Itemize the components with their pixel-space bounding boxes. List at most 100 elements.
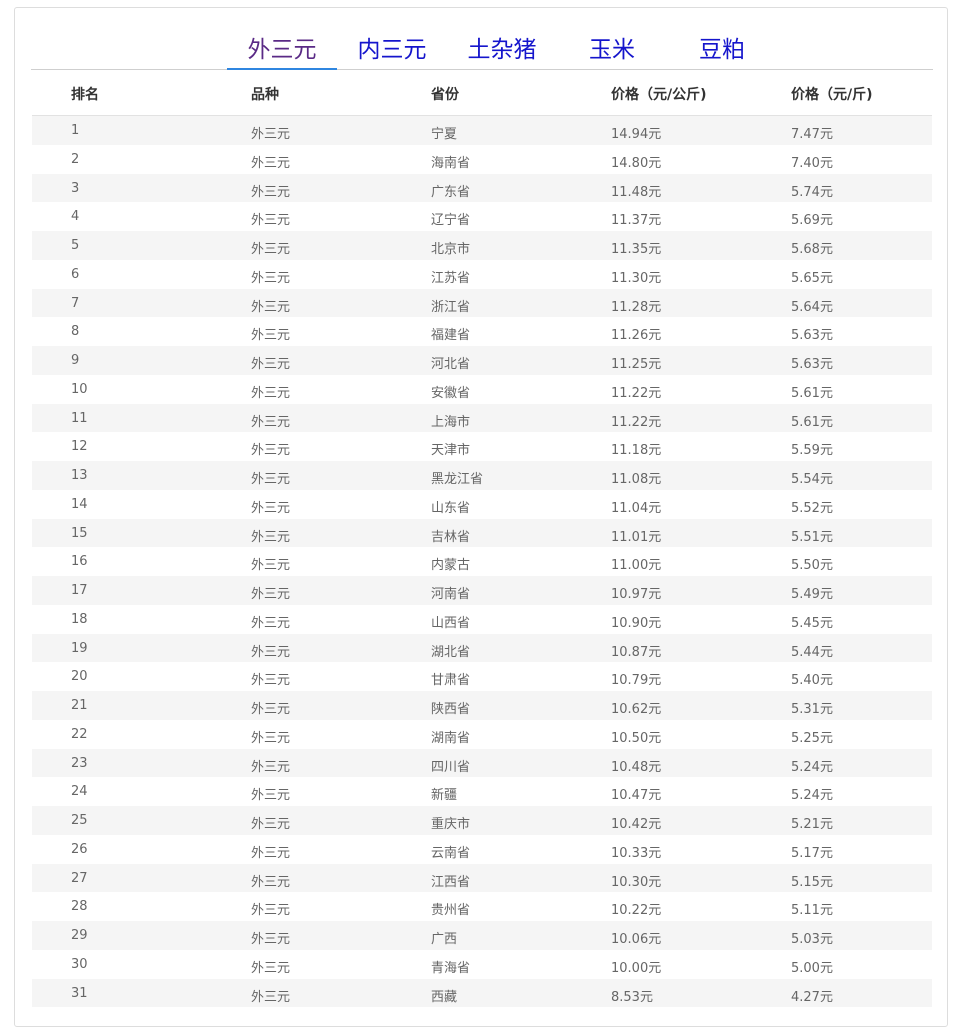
price-jin-cell: 4.27元 — [791, 989, 833, 1005]
price-kg-cell: 11.28元 — [611, 299, 662, 315]
table-row: 12 外三元 天津市 11.18元 5.59元 — [32, 432, 932, 461]
table-row: 26 外三元 云南省 10.33元 5.17元 — [32, 835, 932, 864]
table-row: 17 外三元 河南省 10.97元 5.49元 — [32, 576, 932, 605]
price-jin-cell: 5.64元 — [791, 299, 833, 315]
price-jin-cell: 5.44元 — [791, 644, 833, 660]
variety-cell: 外三元 — [251, 932, 291, 947]
price-jin-cell: 5.25元 — [791, 730, 833, 746]
tab-tu-za-zhu[interactable]: 土杂猪 — [457, 30, 547, 68]
price-jin-cell: 5.61元 — [791, 385, 833, 401]
variety-cell: 外三元 — [251, 615, 291, 631]
table-row: 7 外三元 浙江省 11.28元 5.64元 — [32, 288, 932, 318]
rank-cell: 6 — [71, 266, 80, 282]
table-row: 15 外三元 吉林省 11.01元 5.51元 — [32, 518, 932, 548]
rank-cell: 22 — [71, 726, 88, 742]
province-cell: 陕西省 — [431, 702, 471, 717]
table-row: 23 外三元 四川省 10.48元 5.24元 — [32, 748, 932, 778]
province-cell: 湖北省 — [431, 644, 471, 660]
variety-cell: 外三元 — [251, 414, 291, 430]
rank-cell: 9 — [71, 353, 80, 368]
rank-cell: 3 — [71, 180, 80, 196]
province-cell: 新疆 — [431, 788, 458, 804]
tab-nei-san-yuan[interactable]: 内三元 — [347, 30, 437, 68]
price-jin-cell: 7.47元 — [791, 127, 833, 142]
province-cell: 重庆市 — [431, 817, 471, 832]
rank-cell: 12 — [71, 439, 88, 455]
table-row: 27 外三元 江西省 10.30元 5.15元 — [32, 863, 932, 893]
tab-soybean-meal[interactable]: 豆粕 — [677, 30, 767, 68]
price-kg-cell: 10.50元 — [611, 730, 662, 746]
province-cell: 内蒙古 — [431, 558, 471, 574]
price-kg-cell: 10.30元 — [611, 874, 662, 890]
price-jin-cell: 5.45元 — [791, 615, 833, 631]
table-row: 20 外三元 甘肃省 10.79元 5.40元 — [32, 662, 932, 691]
variety-cell: 外三元 — [251, 989, 291, 1005]
province-cell: 云南省 — [431, 845, 471, 861]
price-kg-cell: 10.33元 — [611, 845, 662, 861]
rank-cell: 5 — [71, 238, 80, 253]
rank-cell: 29 — [71, 928, 88, 943]
table-row: 22 外三元 湖南省 10.50元 5.25元 — [32, 720, 932, 749]
variety-cell: 外三元 — [251, 472, 291, 487]
rank-cell: 2 — [71, 151, 80, 167]
price-jin-cell: 5.61元 — [791, 414, 833, 430]
variety-cell: 外三元 — [251, 845, 291, 861]
price-jin-cell: 5.31元 — [791, 702, 833, 717]
price-jin-cell: 5.24元 — [791, 759, 833, 775]
province-cell: 山西省 — [431, 615, 471, 631]
province-cell: 吉林省 — [431, 529, 471, 545]
table-row: 4 外三元 辽宁省 11.37元 5.69元 — [32, 202, 932, 231]
rank-cell: 24 — [71, 784, 88, 800]
price-jin-cell: 5.50元 — [791, 558, 833, 574]
rank-cell: 10 — [71, 381, 88, 397]
price-jin-cell: 5.21元 — [791, 817, 833, 832]
price-kg-cell: 14.94元 — [611, 127, 662, 142]
variety-cell: 外三元 — [251, 730, 291, 746]
province-cell: 广西 — [431, 932, 458, 947]
table-body: 1 外三元 宁夏 14.94元 7.47元 2 外三元 海南省 14.80元 7.40元 3 外三元广… — [32, 116, 932, 1008]
table-row: 16 外三元 内蒙古 11.00元 5.50元 — [32, 547, 932, 576]
variety-cell: 外三元 — [251, 270, 291, 286]
price-kg-cell: 10.79元 — [611, 673, 662, 689]
price-jin-cell: 5.63元 — [791, 328, 833, 344]
variety-cell: 外三元 — [251, 903, 291, 919]
table-header: 排名 品种 省份 价格（元/公斤) 价格（元/斤) — [32, 70, 932, 116]
variety-cell: 外三元 — [251, 587, 291, 602]
province-cell: 青海省 — [431, 960, 471, 976]
price-jin-cell: 5.54元 — [791, 472, 833, 487]
variety-cell: 外三元 — [251, 385, 291, 401]
variety-cell: 外三元 — [251, 155, 291, 171]
price-kg-cell: 8.53元 — [611, 989, 653, 1005]
tab-bar: 外三元 内三元 土杂猪 玉米 豆粕 — [15, 8, 947, 70]
price-kg-cell: 14.80元 — [611, 155, 662, 171]
price-jin-cell: 7.40元 — [791, 155, 833, 171]
rank-cell: 19 — [71, 640, 88, 656]
province-cell: 甘肃省 — [431, 673, 471, 689]
price-jin-cell: 5.24元 — [791, 788, 833, 804]
province-cell: 河南省 — [431, 587, 471, 602]
price-jin-cell: 5.11元 — [791, 903, 833, 919]
table-row: 29 外三元 广西 10.06元 5.03元 — [32, 921, 932, 950]
variety-cell: 外三元 — [251, 817, 291, 832]
tab-wai-san-yuan[interactable]: 外三元 — [237, 30, 327, 68]
variety-cell: 外三元 — [251, 184, 291, 200]
variety-cell: 外三元 — [251, 874, 291, 890]
price-kg-cell: 11.22元 — [611, 414, 662, 430]
variety-cell: 外三元 — [251, 299, 291, 315]
variety-cell: 外三元 — [251, 529, 291, 545]
price-kg-cell: 11.30元 — [611, 270, 662, 286]
price-kg-cell: 11.25元 — [611, 357, 662, 372]
variety-cell: 外三元 — [251, 558, 291, 574]
rank-cell: 11 — [71, 410, 88, 426]
rank-cell: 31 — [71, 985, 88, 1001]
price-kg-cell: 11.08元 — [611, 472, 662, 487]
table-row: 21 外三元 陕西省 10.62元 5.31元 — [32, 691, 932, 720]
rank-cell: 28 — [71, 899, 88, 915]
price-kg-cell: 10.97元 — [611, 587, 662, 602]
price-jin-cell: 5.03元 — [791, 932, 833, 947]
price-kg-cell: 11.00元 — [611, 558, 662, 574]
province-cell: 黑龙江省 — [431, 472, 484, 487]
price-kg-cell: 10.42元 — [611, 817, 662, 832]
tab-corn[interactable]: 玉米 — [567, 30, 657, 68]
province-cell: 西藏 — [431, 989, 458, 1005]
